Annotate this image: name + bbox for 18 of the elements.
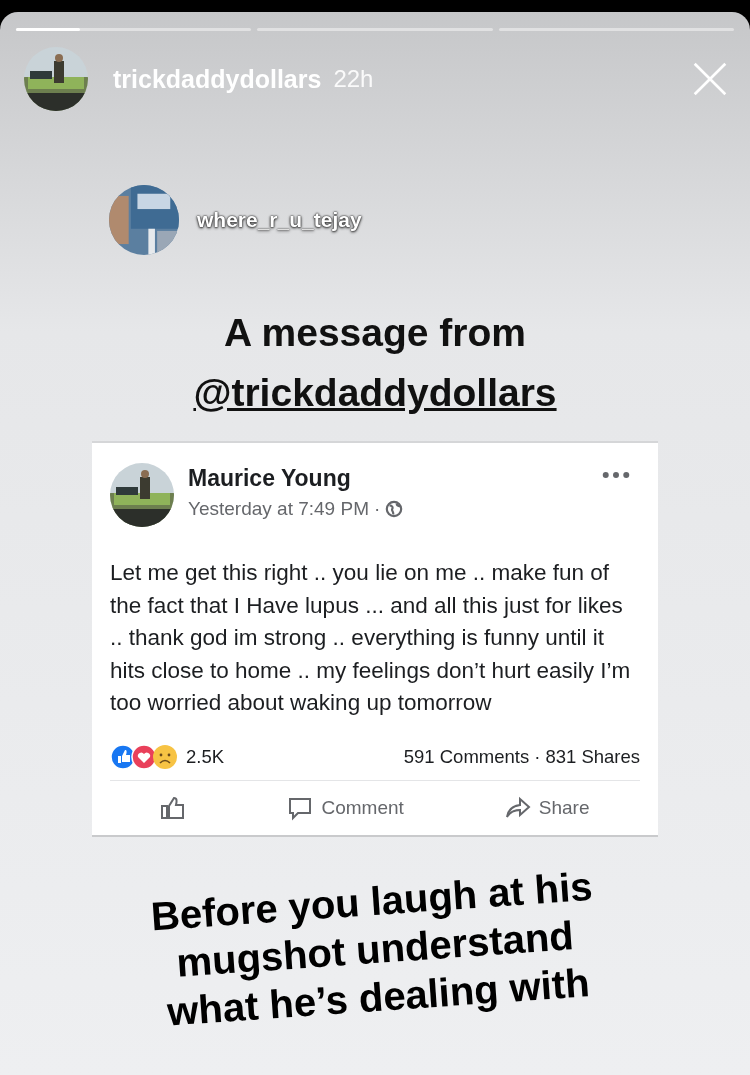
caption-text: Before you laugh at his mugshot understand what he’s dealing with xyxy=(148,862,595,1036)
mention-link[interactable]: @trickdaddydollars xyxy=(193,371,557,414)
reactions-icon xyxy=(110,743,180,770)
more-icon[interactable] xyxy=(602,471,630,479)
comment-button[interactable]: Comment xyxy=(287,794,404,821)
share-count[interactable]: 831 Shares xyxy=(545,745,640,768)
post-time: Yesterday at 7:49 PM xyxy=(188,498,369,520)
globe-icon xyxy=(385,500,404,518)
separator: · xyxy=(373,498,381,520)
reposter-username[interactable]: where_r_u_tejay xyxy=(197,208,362,232)
title-text: A message from @trickdaddydollars xyxy=(192,310,558,416)
reaction-count[interactable]: 2.5K xyxy=(186,745,225,768)
post-text: Let me get this right .. you lie on me .. make fun of the fact that I Have lupus ... and all this just for likes .. thank god im strong .. everything is funny until it hits close to home .. my feelings don’t hurt easily I’m too worried about waking up tomorrow xyxy=(110,559,632,717)
comment-count[interactable]: 591 Comments xyxy=(403,745,530,768)
separator: · xyxy=(534,745,541,768)
thumbs-up-icon[interactable] xyxy=(160,794,187,821)
author-name[interactable]: Maurice Young xyxy=(188,465,404,492)
share-button[interactable]: Share xyxy=(504,794,590,821)
